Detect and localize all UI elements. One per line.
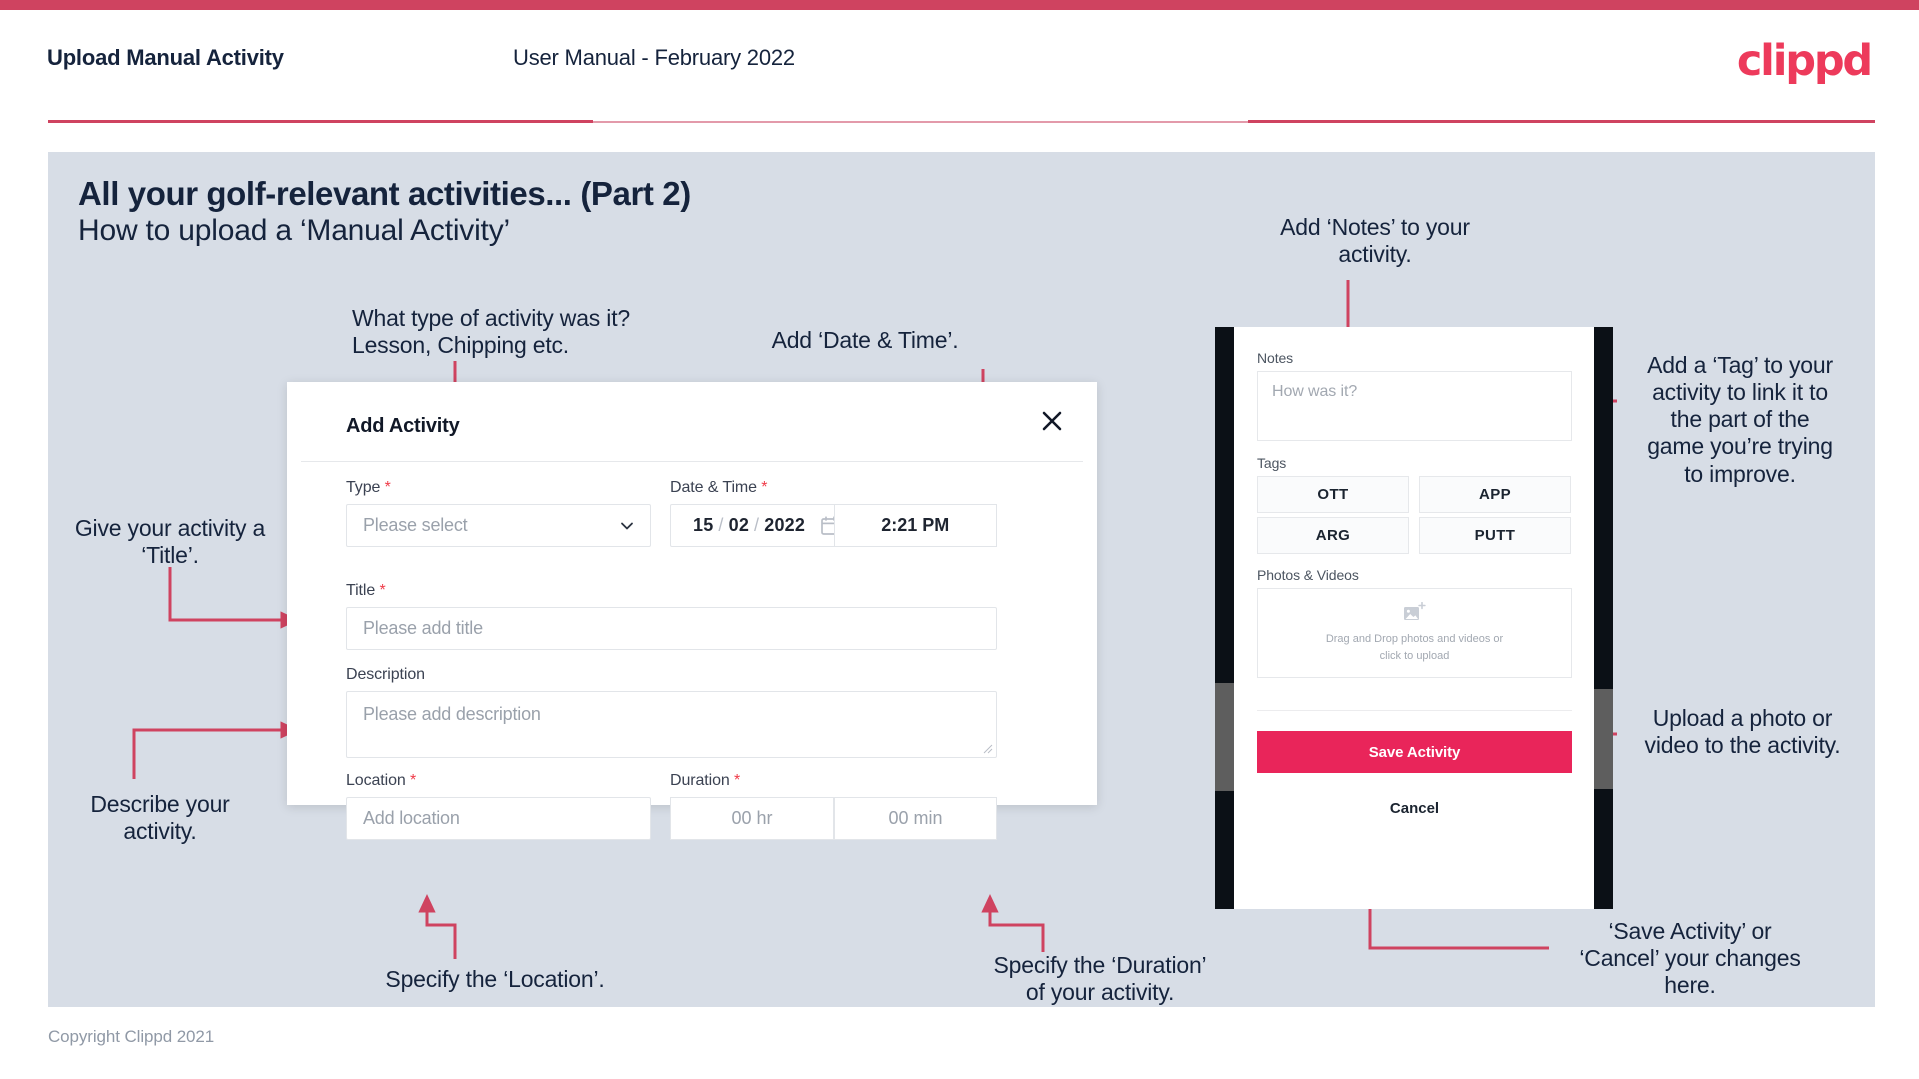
dropzone-text: Drag and Drop photos and videos or click…	[1325, 633, 1504, 662]
header-rule-right	[1248, 120, 1875, 123]
notes-textarea[interactable]: How was it?	[1257, 371, 1572, 441]
header-rule-mid	[593, 121, 1248, 123]
location-label-text: Location	[346, 772, 406, 789]
cancel-button[interactable]: Cancel	[1257, 787, 1572, 829]
location-label: Location *	[346, 772, 416, 790]
title-label: Title *	[346, 582, 386, 600]
slide-page: Upload Manual Activity User Manual - Feb…	[0, 0, 1919, 1079]
datetime-label: Date & Time *	[670, 479, 768, 497]
add-image-icon	[1404, 602, 1426, 620]
dialog-title: Add Activity	[346, 415, 460, 437]
date-sep-1: /	[718, 515, 724, 535]
required-asterisk: *	[729, 772, 741, 789]
slide-title: All your golf-relevant activities... (Pa…	[78, 175, 691, 212]
phone-bezel-left	[1215, 327, 1234, 909]
annotation-save: ‘Save Activity’ or ‘Cancel’ your changes…	[1579, 918, 1801, 999]
clippd-logo: clippd	[1736, 36, 1873, 86]
duration-label-text: Duration	[670, 772, 730, 789]
tag-putt[interactable]: PUTT	[1419, 517, 1571, 554]
time-input[interactable]: 2:21 PM	[833, 504, 997, 547]
datetime-label-text: Date & Time	[670, 479, 757, 496]
save-activity-button[interactable]: Save Activity	[1257, 731, 1572, 773]
title-label-text: Title	[346, 582, 376, 599]
location-input[interactable]: Add location	[346, 797, 651, 840]
slide-subtitle: How to upload a ‘Manual Activity’	[78, 214, 510, 247]
type-placeholder: Please select	[363, 515, 468, 535]
page-title: Upload Manual Activity	[47, 45, 284, 70]
chevron-down-icon	[621, 522, 633, 529]
annotation-notes: Add ‘Notes’ to your activity.	[1280, 214, 1470, 268]
annotation-location: Specify the ‘Location’.	[385, 966, 605, 992]
dialog-divider	[301, 461, 1083, 462]
phone-bezel-right	[1594, 327, 1613, 909]
required-asterisk: *	[756, 479, 768, 496]
title-input[interactable]: Please add title	[346, 607, 997, 650]
add-activity-dialog: Add Activity Type * Please select Date &…	[287, 382, 1097, 840]
annotation-upload: Upload a photo or video to the activity.	[1644, 705, 1841, 759]
footer-copyright: Copyright Clippd 2021	[48, 1027, 215, 1046]
description-label: Description	[346, 666, 425, 683]
date-input[interactable]: 15 / 02 / 2022	[671, 515, 839, 536]
date-month: 02	[728, 515, 750, 535]
page-subtitle: User Manual - February 2022	[513, 45, 795, 70]
header-rule-left	[48, 120, 593, 123]
date-day: 15	[693, 515, 714, 535]
duration-field[interactable]: 00 hr 00 min	[670, 797, 997, 840]
annotation-datetime: Add ‘Date & Time’.	[771, 327, 959, 353]
annotation-title: Give your activity a ‘Title’.	[74, 515, 266, 569]
duration-hours[interactable]: 00 hr	[670, 797, 834, 840]
top-accent-bar	[0, 0, 1919, 10]
required-asterisk: *	[380, 479, 391, 496]
location-placeholder: Add location	[363, 808, 460, 828]
tag-ott[interactable]: OTT	[1257, 476, 1409, 513]
close-icon[interactable]	[1035, 404, 1069, 438]
phone-button-left	[1215, 683, 1234, 791]
description-textarea[interactable]: Please add description	[346, 691, 997, 758]
tags-label: Tags	[1257, 455, 1287, 471]
annotation-duration: Specify the ‘Duration’ of your activity.	[993, 952, 1207, 1006]
photo-dropzone[interactable]: Drag and Drop photos and videos or click…	[1257, 588, 1572, 678]
annotation-description: Describe your activity.	[90, 791, 230, 845]
close-x-glyph	[1042, 411, 1062, 431]
resize-handle-icon[interactable]	[983, 744, 993, 754]
notes-label: Notes	[1257, 350, 1294, 366]
phone-mockup: Notes How was it? Tags OTT APP ARG PUTT …	[1215, 327, 1613, 909]
type-select[interactable]: Please select	[346, 504, 651, 547]
photos-label: Photos & Videos	[1257, 567, 1359, 583]
phone-button-right	[1594, 689, 1613, 789]
annotation-tags: Add a ‘Tag’ to your activity to link it …	[1647, 352, 1833, 487]
phone-divider	[1257, 710, 1572, 711]
date-year: 2022	[764, 515, 806, 535]
annotation-type: What type of activity was it? Lesson, Ch…	[352, 305, 630, 359]
duration-label: Duration *	[670, 772, 740, 790]
required-asterisk: *	[405, 772, 417, 789]
required-asterisk: *	[375, 582, 386, 599]
tag-arg[interactable]: ARG	[1257, 517, 1409, 554]
type-label-text: Type	[346, 479, 381, 496]
datetime-field[interactable]: 15 / 02 / 2022 2:21 PM	[670, 504, 997, 547]
duration-minutes[interactable]: 00 min	[834, 797, 997, 840]
title-placeholder: Please add title	[363, 618, 483, 638]
date-sep-2: /	[754, 515, 760, 535]
type-label: Type *	[346, 479, 391, 497]
phone-screen: Notes How was it? Tags OTT APP ARG PUTT …	[1234, 327, 1594, 909]
description-placeholder: Please add description	[363, 704, 541, 724]
tag-app[interactable]: APP	[1419, 476, 1571, 513]
notes-placeholder: How was it?	[1272, 383, 1358, 400]
